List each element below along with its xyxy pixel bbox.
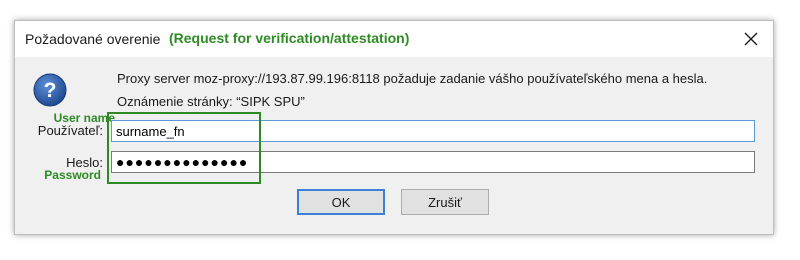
close-button[interactable] bbox=[733, 23, 769, 55]
close-icon bbox=[744, 32, 758, 46]
ok-button[interactable]: OK bbox=[297, 189, 385, 215]
password-input[interactable]: ●●●●●●●●●●●●●● bbox=[111, 151, 755, 173]
title-annotation: (Request for verification/attestation) bbox=[169, 30, 410, 46]
dialog-titlebar: Požadované overenie (Request for verific… bbox=[15, 21, 773, 57]
cancel-button[interactable]: Zrušiť bbox=[401, 189, 489, 215]
proxy-message: Proxy server moz-proxy://193.87.99.196:8… bbox=[117, 71, 708, 86]
auth-dialog: Požadované overenie (Request for verific… bbox=[14, 20, 774, 235]
username-input[interactable]: surname_fn bbox=[111, 120, 755, 142]
site-notice: Oznámenie stránky: “SIPK SPU” bbox=[117, 94, 305, 109]
question-icon: ? bbox=[33, 73, 67, 107]
dialog-title: Požadované overenie bbox=[25, 31, 161, 47]
password-annotation: Password bbox=[44, 168, 101, 182]
svg-text:?: ? bbox=[44, 79, 57, 102]
username-label: Používateľ: bbox=[37, 123, 103, 138]
